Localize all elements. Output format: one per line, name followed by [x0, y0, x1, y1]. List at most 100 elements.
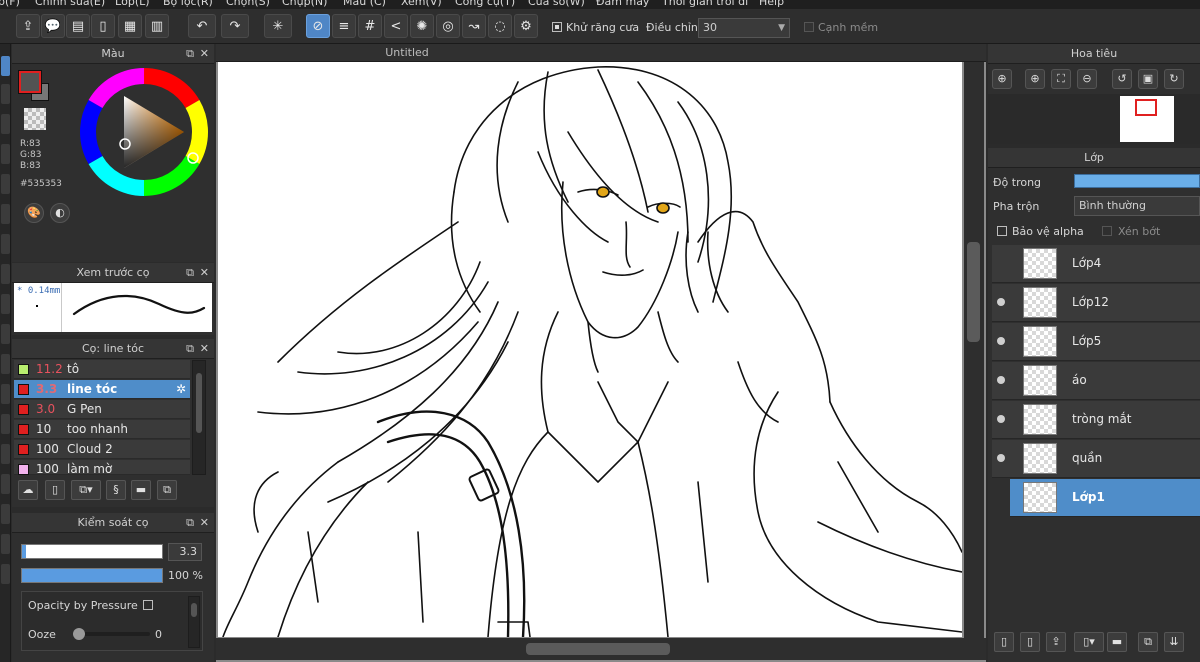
brush-item[interactable]: 11.2 tô — [14, 360, 190, 379]
gear-icon[interactable]: ✲ — [176, 380, 186, 399]
canvas-tab[interactable]: Untitled — [216, 44, 598, 62]
zoom-out-icon[interactable]: ⊖ — [1077, 69, 1097, 89]
brush-item-selected[interactable]: 3.3 line tóc ✲ — [14, 380, 190, 399]
menu-edit[interactable]: Chỉnh sửa(E) — [35, 0, 105, 8]
opacity-pressure-checkbox[interactable] — [143, 600, 153, 610]
layer-row[interactable]: Lớp5 — [992, 323, 1200, 361]
brush-size-slider[interactable] — [21, 544, 163, 559]
hand-tool-icon[interactable] — [1, 444, 10, 464]
snap-icon[interactable]: ✳ — [264, 14, 292, 38]
popout-icon[interactable]: ⧉ — [186, 263, 194, 283]
brush-add-icon[interactable]: ☁ — [18, 480, 38, 500]
rotate-right-icon[interactable]: ↻ — [1164, 69, 1184, 89]
export-icon[interactable]: ⇪ — [16, 14, 40, 38]
adjust-select[interactable]: 30 ▼ — [698, 18, 790, 38]
circle-snap-icon[interactable]: ◎ — [436, 14, 460, 38]
duplicate-layer-icon[interactable]: ⧉ — [1138, 632, 1158, 652]
visibility-eye-icon[interactable] — [997, 376, 1005, 384]
rotate-left-icon[interactable]: ↺ — [1112, 69, 1132, 89]
menu-timelapse[interactable]: Thời gian trôi đi — [662, 0, 748, 8]
visibility-eye-icon[interactable] — [997, 337, 1005, 345]
perspective-snap-icon[interactable]: < — [384, 14, 408, 38]
radial-snap-icon[interactable]: ✺ — [410, 14, 434, 38]
close-icon[interactable]: ✕ — [200, 339, 209, 359]
menu-capture[interactable]: Chụp(N) — [282, 0, 327, 8]
pen-tool-icon[interactable] — [1, 56, 10, 76]
menu-layer[interactable]: Lớp(L) — [115, 0, 150, 8]
close-icon[interactable]: ✕ — [200, 44, 209, 64]
brush-item[interactable]: 10 too nhanh — [14, 420, 190, 439]
wand-tool-icon[interactable] — [1, 354, 10, 374]
menu-cloud[interactable]: Đám mây — [596, 0, 649, 8]
opacity-slider[interactable] — [21, 568, 163, 583]
popout-icon[interactable]: ⧉ — [186, 513, 194, 533]
visibility-eye-icon[interactable] — [997, 298, 1005, 306]
protect-alpha-checkbox[interactable] — [997, 226, 1007, 236]
layer-row[interactable]: Lớp12 — [992, 284, 1200, 322]
brush-item[interactable]: 3.0 G Pen — [14, 400, 190, 419]
brush-menu-icon[interactable]: ⧉▾ — [71, 480, 101, 500]
palette-icon[interactable]: 🎨 — [24, 203, 44, 223]
select-tool-icon[interactable] — [1, 264, 10, 284]
new-layer-icon[interactable]: ▯ — [994, 632, 1014, 652]
text-tool-icon[interactable] — [1, 384, 10, 404]
close-icon[interactable]: ✕ — [200, 513, 209, 533]
brush-list-scrollbar[interactable] — [192, 360, 206, 475]
scroll-thumb[interactable] — [191, 603, 197, 617]
merge-layer-icon[interactable]: ⇊ — [1164, 632, 1184, 652]
navigator-view[interactable] — [988, 94, 1200, 144]
lasso-tool-icon[interactable] — [1, 324, 10, 344]
blend-mode-select[interactable]: Bình thường — [1074, 196, 1200, 216]
menu-view[interactable]: Xem(V) — [401, 0, 442, 8]
add-layer-menu-icon[interactable]: ▯▾ — [1074, 632, 1104, 652]
reset-view-icon[interactable]: ▣ — [1138, 69, 1158, 89]
rotate-tool-icon[interactable] — [1, 504, 10, 524]
snap-off-icon[interactable]: ⊘ — [306, 14, 330, 38]
layer-row-selected[interactable]: Lớp1 — [1010, 479, 1200, 517]
transparent-color-swatch[interactable] — [24, 108, 46, 130]
canvas-horizontal-scrollbar[interactable] — [216, 638, 986, 660]
duplicate-icon[interactable]: ⧉ — [157, 480, 177, 500]
close-icon[interactable]: ✕ — [200, 263, 209, 283]
zoom-in-magnifier-icon[interactable]: ⊕ — [992, 69, 1012, 89]
menu-help[interactable]: Help — [759, 0, 784, 8]
brush-control-scrollbar[interactable] — [188, 596, 200, 648]
redo-icon[interactable]: ↷ — [221, 14, 249, 38]
blur-tool-icon[interactable] — [1, 204, 10, 224]
curve-snap-icon[interactable]: ↝ — [462, 14, 486, 38]
visibility-eye-icon[interactable] — [997, 454, 1005, 462]
layer-row[interactable]: quần — [992, 440, 1200, 478]
chat-icon[interactable]: 💬 — [41, 14, 65, 38]
menu-color[interactable]: Màu (C) — [343, 0, 386, 8]
move-tool-icon[interactable] — [1, 294, 10, 314]
menu-file[interactable]: p(F) — [0, 0, 20, 8]
new-brush-icon[interactable]: ▯ — [45, 480, 65, 500]
folder-icon[interactable]: ▬ — [131, 480, 151, 500]
brush-item[interactable]: 100 Cloud 2 — [14, 440, 190, 459]
canvas-vertical-scrollbar[interactable] — [964, 62, 984, 638]
layer-opacity-slider[interactable] — [1074, 174, 1200, 188]
visibility-eye-icon[interactable] — [997, 415, 1005, 423]
brush-tool-icon[interactable] — [1, 84, 10, 104]
layer-row[interactable]: áo — [992, 362, 1200, 400]
clip-checkbox[interactable] — [1102, 226, 1112, 236]
color-settings-icon[interactable]: ◐ — [50, 203, 70, 223]
swatch-tool-icon[interactable] — [1, 564, 10, 584]
ooze-slider[interactable] — [73, 628, 150, 640]
import-image-icon[interactable]: ⇪ — [1046, 632, 1066, 652]
menu-filter[interactable]: Bộ lọc(R) — [163, 0, 213, 8]
eraser-tool-icon[interactable] — [1, 114, 10, 134]
scroll-thumb[interactable] — [196, 373, 202, 433]
color-wheel[interactable] — [78, 66, 210, 198]
popout-icon[interactable]: ⧉ — [186, 339, 194, 359]
navigator-viewport-frame[interactable] — [1135, 99, 1157, 116]
gradient-tool-icon[interactable] — [1, 174, 10, 194]
fit-window-icon[interactable]: ⛶ — [1051, 69, 1071, 89]
brush-script-icon[interactable]: § — [106, 480, 126, 500]
zoom-in-icon[interactable]: ⊕ — [1025, 69, 1045, 89]
brush-item[interactable]: 100 làm mờ — [14, 460, 190, 476]
layer-folder-icon[interactable]: ▬ — [1107, 632, 1127, 652]
drawing-canvas[interactable] — [218, 62, 962, 637]
scroll-thumb[interactable] — [526, 643, 670, 655]
scroll-thumb[interactable] — [967, 242, 980, 342]
